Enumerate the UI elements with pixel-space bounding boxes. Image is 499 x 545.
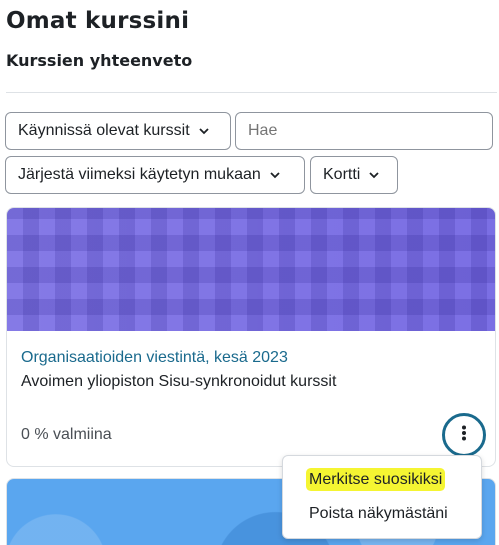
course-actions-button[interactable] [442, 413, 486, 457]
vertical-ellipsis-icon [461, 425, 467, 445]
course-filter-label: Käynnissä olevat kurssit [18, 122, 190, 139]
page-title: Omat kurssini [6, 8, 190, 34]
course-name[interactable]: Avoimen yliopiston Sisu-synkronoidut kur… [21, 373, 336, 391]
course-progress: 0 % valmiina [21, 426, 112, 443]
course-category-link[interactable]: Organisaatioiden viestintä, kesä 2023 [21, 349, 288, 367]
chevron-down-icon [269, 169, 281, 181]
course-actions-menu: Merkitse suosikiksi Poista näkymästäni [282, 455, 482, 539]
sort-select[interactable]: Järjestä viimeksi käytetyn mukaan [5, 156, 305, 194]
view-mode-label: Kortti [323, 166, 361, 183]
menu-item-label: Merkitse suosikiksi [309, 471, 443, 488]
course-filter-select[interactable]: Käynnissä olevat kurssit [5, 112, 231, 150]
search-input[interactable] [235, 112, 493, 150]
menu-item-label: Poista näkymästäni [309, 505, 448, 522]
course-image[interactable] [7, 208, 495, 331]
view-mode-select[interactable]: Kortti [310, 156, 398, 194]
divider [6, 92, 497, 93]
sort-label: Järjestä viimeksi käytetyn mukaan [18, 166, 261, 183]
menu-item-remove-from-view[interactable]: Poista näkymästäni [283, 505, 481, 523]
course-card: Organisaatioiden viestintä, kesä 2023 Av… [6, 207, 496, 467]
menu-item-star-course[interactable]: Merkitse suosikiksi [283, 471, 481, 489]
course-overview-heading: Kurssien yhteenveto [6, 51, 193, 70]
chevron-down-icon [198, 125, 210, 137]
chevron-down-icon [368, 169, 380, 181]
